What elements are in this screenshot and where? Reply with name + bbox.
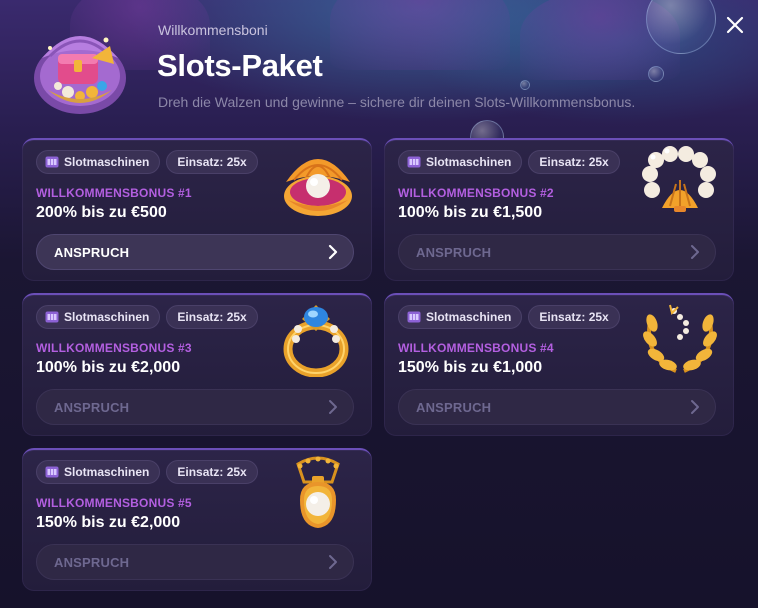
tag-wager: Einsatz: 25x xyxy=(166,305,258,329)
tag-game-type: Slotmaschinen xyxy=(398,305,523,329)
tag-wager: Einsatz: 25x xyxy=(528,305,620,329)
claim-button-label: ANSPRUCH xyxy=(416,244,492,260)
pearl-amulet-icon xyxy=(296,456,340,528)
bubble-decoration xyxy=(520,80,530,90)
bonus-label: WILLKOMMENSBONUS #4 xyxy=(398,341,554,355)
tag-group: Slotmaschinen Einsatz: 25x xyxy=(36,305,258,329)
bonus-value: 100% bis zu €2,000 xyxy=(36,359,181,376)
tag-game-label: Slotmaschinen xyxy=(64,310,150,324)
bonus-card-1: Slotmaschinen Einsatz: 25x WILLKOMMENSBO… xyxy=(22,138,372,281)
bonus-value: 200% bis zu €500 xyxy=(36,204,167,221)
bonus-card-5: Slotmaschinen Einsatz: 25x WILLKOMMENSBO… xyxy=(22,448,372,591)
bonus-card-2: Slotmaschinen Einsatz: 25x WILLKOMMENSBO… xyxy=(384,138,734,281)
tag-game-label: Slotmaschinen xyxy=(64,155,150,169)
tag-game-type: Slotmaschinen xyxy=(36,460,161,484)
close-button[interactable] xyxy=(722,12,748,38)
bonus-label: WILLKOMMENSBONUS #5 xyxy=(36,496,192,510)
slot-machine-icon xyxy=(407,311,421,323)
bonus-label: WILLKOMMENSBONUS #1 xyxy=(36,186,192,200)
close-icon xyxy=(726,16,744,34)
claim-button-label: ANSPRUCH xyxy=(54,554,130,570)
tag-game-label: Slotmaschinen xyxy=(426,155,512,169)
tag-game-type: Slotmaschinen xyxy=(36,150,161,174)
claim-button[interactable]: ANSPRUCH xyxy=(36,389,354,425)
claim-button[interactable]: ANSPRUCH xyxy=(398,389,716,425)
bonus-value: 150% bis zu €1,000 xyxy=(398,359,543,376)
tag-group: Slotmaschinen Einsatz: 25x xyxy=(36,460,258,484)
tag-group: Slotmaschinen Einsatz: 25x xyxy=(398,305,620,329)
claim-button[interactable]: ANSPRUCH xyxy=(36,544,354,580)
tag-game-type: Slotmaschinen xyxy=(398,150,523,174)
slot-machine-icon xyxy=(45,156,59,168)
pearl-shell-icon xyxy=(284,159,352,216)
chevron-right-icon xyxy=(691,245,699,259)
slot-machine-icon xyxy=(407,156,421,168)
bonus-label: WILLKOMMENSBONUS #3 xyxy=(36,341,192,355)
bonus-label: WILLKOMMENSBONUS #2 xyxy=(398,186,554,200)
tag-wager: Einsatz: 25x xyxy=(528,150,620,174)
reef-decoration xyxy=(330,0,510,70)
chevron-right-icon xyxy=(329,555,337,569)
slot-machine-icon xyxy=(45,466,59,478)
laurel-wreath-icon xyxy=(643,304,717,373)
bubble-decoration xyxy=(648,66,664,82)
sapphire-ring-icon xyxy=(283,305,349,377)
treasure-chest-icon xyxy=(34,36,126,114)
chevron-right-icon xyxy=(691,400,699,414)
page-title: Slots-Paket xyxy=(157,48,323,83)
tag-group: Slotmaschinen Einsatz: 25x xyxy=(398,150,620,174)
bonus-value: 150% bis zu €2,000 xyxy=(36,514,181,531)
slot-machine-icon xyxy=(45,311,59,323)
tag-group: Slotmaschinen Einsatz: 25x xyxy=(36,150,258,174)
bonus-value: 100% bis zu €1,500 xyxy=(398,204,543,221)
page-subtitle: Dreh die Walzen und gewinne – sichere di… xyxy=(158,94,636,110)
claim-button-label: ANSPRUCH xyxy=(416,399,492,415)
claim-button-label: ANSPRUCH xyxy=(54,244,130,260)
slots-package-modal: Willkommensboni Slots-Paket Dreh die Wal… xyxy=(0,0,758,608)
tag-game-label: Slotmaschinen xyxy=(426,310,512,324)
tag-wager: Einsatz: 25x xyxy=(166,460,258,484)
tag-game-type: Slotmaschinen xyxy=(36,305,161,329)
chevron-right-icon xyxy=(329,400,337,414)
pearl-bracelet-icon xyxy=(642,146,716,212)
claim-button-label: ANSPRUCH xyxy=(54,399,130,415)
bonus-card-3: Slotmaschinen Einsatz: 25x WILLKOMMENSBO… xyxy=(22,293,372,436)
bonus-card-4: Slotmaschinen Einsatz: 25x WILLKOMMENSBO… xyxy=(384,293,734,436)
chevron-right-icon xyxy=(328,244,338,260)
claim-button[interactable]: ANSPRUCH xyxy=(398,234,716,270)
tag-game-label: Slotmaschinen xyxy=(64,465,150,479)
header-eyebrow: Willkommensboni xyxy=(158,22,268,38)
tag-wager: Einsatz: 25x xyxy=(166,150,258,174)
claim-button[interactable]: ANSPRUCH xyxy=(36,234,354,270)
